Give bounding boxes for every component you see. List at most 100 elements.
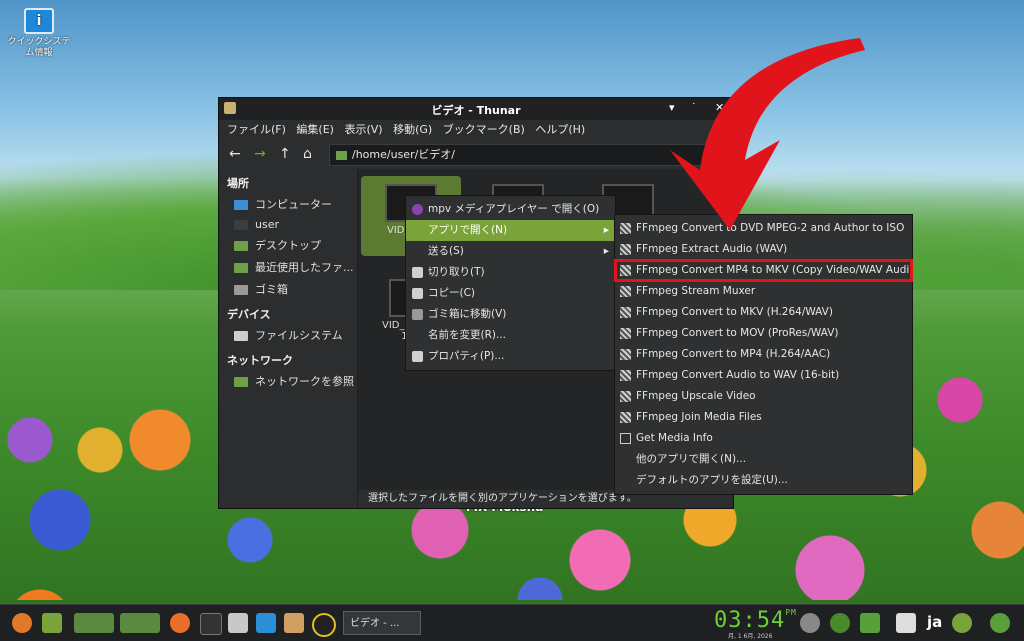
updater-icon[interactable] — [952, 613, 972, 633]
tools-icon[interactable] — [256, 613, 276, 633]
menu-item-label: コピー(C) — [428, 287, 476, 299]
menu-item-label: ゴミ箱に移動(V) — [428, 308, 507, 320]
submenu-item[interactable]: FFmpeg Convert to MKV (H.264/WAV) — [615, 302, 912, 323]
menu-bookmarks[interactable]: ブックマーク(B) — [443, 120, 525, 140]
ffmpeg-icon — [620, 391, 631, 402]
sidebar-item-label: デスクトップ — [255, 239, 321, 252]
devices-header: デバイス — [227, 308, 271, 321]
sidebar-item-label: コンピューター — [255, 198, 332, 211]
submenu-item-set-default[interactable]: デフォルトのアプリを設定(U)... — [615, 470, 912, 491]
submenu-item[interactable]: FFmpeg Stream Muxer — [615, 281, 912, 302]
menu-item-label: アプリで開く(N) — [428, 224, 508, 236]
menu-item-open-with-app[interactable]: アプリで開く(N) ▸ — [406, 220, 615, 241]
firefox-icon[interactable] — [170, 613, 190, 633]
annotation-arrow-shape — [670, 38, 865, 230]
mpv-icon — [412, 204, 423, 215]
folder-icon — [336, 150, 347, 160]
sidebar-item-desktop[interactable]: デスクトップ — [219, 234, 357, 256]
taskbar: ビデオ - ... 03:54PM 月, 1 6月, 2026 ja — [0, 604, 1024, 641]
menu-item-open-with-mpv[interactable]: mpv メディアプレイヤー で開く(O) — [406, 199, 615, 220]
submenu-item[interactable]: FFmpeg Convert to MOV (ProRes/WAV) — [615, 323, 912, 344]
submenu-item[interactable]: FFmpeg Join Media Files — [615, 407, 912, 428]
forward-button[interactable]: → — [254, 146, 266, 162]
menu-item-cut[interactable]: 切り取り(T) — [406, 262, 615, 283]
weather-icon[interactable] — [800, 613, 820, 633]
places-header: 場所 — [227, 177, 249, 190]
sidebar-item-label: 最近使用したファ... — [255, 261, 354, 274]
submenu-item[interactable]: FFmpeg Extract Audio (WAV) — [615, 239, 912, 260]
menu-item-label: 名前を変更(R)... — [428, 329, 507, 341]
menu-help[interactable]: ヘルプ(H) — [535, 120, 585, 140]
sidebar-item-computer[interactable]: コンピューター — [219, 193, 357, 215]
submenu-item-label: FFmpeg Convert to MP4 (H.264/AAC) — [636, 348, 831, 360]
sidebar-item-label: user — [255, 218, 279, 231]
menu-item-send-to[interactable]: 送る(S) ▸ — [406, 241, 615, 262]
up-button[interactable]: ↑ — [279, 146, 291, 162]
info-icon: i — [24, 8, 54, 34]
window-title: ビデオ - Thunar — [431, 104, 521, 117]
language-indicator[interactable]: ja — [927, 613, 942, 631]
recent-folder-icon — [234, 263, 248, 273]
sidebar-item-label: ネットワークを参照 — [255, 375, 354, 388]
menu-file[interactable]: ファイル(F) — [227, 120, 286, 140]
power-icon[interactable] — [990, 613, 1010, 633]
submenu-item-label: FFmpeg Join Media Files — [636, 411, 762, 423]
desktop-icon-quick-system-info[interactable]: i クイックシステム情報 — [6, 8, 72, 59]
submenu-item-label: FFmpeg Upscale Video — [636, 390, 756, 402]
ffmpeg-icon — [620, 370, 631, 381]
ffmpeg-icon — [620, 244, 631, 255]
submenu-item-media-info[interactable]: Get Media Info — [615, 428, 912, 449]
submenu-item-other-app[interactable]: 他のアプリで開く(N)... — [615, 449, 912, 470]
open-with-submenu: FFmpeg Convert to DVD MPEG-2 and Author … — [614, 214, 913, 495]
title-bar[interactable]: ビデオ - Thunar ▾ ˙ ✕ — [219, 98, 733, 120]
ffmpeg-icon — [620, 349, 631, 360]
info-icon — [620, 433, 631, 444]
submenu-item[interactable]: FFmpeg Upscale Video — [615, 386, 912, 407]
menu-item-move-to-trash[interactable]: ゴミ箱に移動(V) — [406, 304, 615, 325]
menu-item-copy[interactable]: コピー(C) — [406, 283, 615, 304]
menu-item-rename[interactable]: 名前を変更(R)... — [406, 325, 615, 346]
submenu-item-label: 他のアプリで開く(N)... — [636, 453, 747, 465]
scissors-icon — [412, 267, 423, 278]
home-button[interactable]: ⌂ — [303, 146, 312, 162]
location-bar[interactable]: /home/user/ビデオ/ — [329, 144, 707, 166]
map-pin-icon[interactable] — [860, 613, 880, 633]
clock-ampm: PM — [785, 608, 797, 617]
ffmpeg-icon — [620, 412, 631, 423]
submenu-item-label: FFmpeg Stream Muxer — [636, 285, 756, 297]
cpu-icon[interactable] — [830, 613, 850, 633]
terminal-icon[interactable] — [200, 613, 222, 635]
menu-view[interactable]: 表示(V) — [344, 120, 382, 140]
file-manager-icon[interactable] — [228, 613, 248, 633]
submenu-item[interactable]: FFmpeg Convert to MP4 (H.264/AAC) — [615, 344, 912, 365]
menu-edit[interactable]: 編集(E) — [296, 120, 334, 140]
menu-go[interactable]: 移動(G) — [393, 120, 432, 140]
submenu-item-mp4-to-mkv[interactable]: FFmpeg Convert MP4 to MKV (Copy Video/WA… — [614, 259, 913, 282]
whisker-menu-icon[interactable] — [12, 613, 32, 633]
network-icon[interactable] — [896, 613, 916, 633]
sidebar-item-user[interactable]: user — [219, 215, 357, 234]
clock-time: 03:54 — [714, 608, 786, 633]
sidebar-item-recent[interactable]: 最近使用したファ... — [219, 256, 357, 278]
menu-item-label: 切り取り(T) — [428, 266, 485, 278]
sidebar-item-network[interactable]: ネットワークを参照 — [219, 370, 357, 392]
workspace-1-icon[interactable] — [74, 613, 114, 633]
trash-icon — [412, 309, 423, 320]
toolbar: ← → ↑ ⌂ /home/user/ビデオ/ — [219, 140, 733, 168]
submenu-item[interactable]: FFmpeg Convert Audio to WAV (16-bit) — [615, 365, 912, 386]
sidebar-item-trash[interactable]: ゴミ箱 — [219, 278, 357, 300]
back-button[interactable]: ← — [229, 146, 241, 162]
ffmpeg-icon — [620, 265, 631, 276]
taskbar-task-thunar[interactable]: ビデオ - ... — [343, 611, 421, 635]
sidebar: 場所 コンピューター user デスクトップ 最近使用したファ... ゴミ箱 デ… — [219, 169, 358, 508]
sidebar-item-filesystem[interactable]: ファイルシステム — [219, 324, 357, 346]
menu-item-properties[interactable]: プロパティ(P)... — [406, 346, 615, 367]
equalizer-icon[interactable] — [42, 613, 62, 633]
menu-bar: ファイル(F) 編集(E) 表示(V) 移動(G) ブックマーク(B) ヘルプ(… — [219, 120, 733, 140]
installer-icon[interactable] — [284, 613, 304, 633]
menu-item-label: mpv メディアプレイヤー で開く(O) — [428, 203, 600, 215]
computer-icon — [234, 200, 248, 210]
media-icon[interactable] — [312, 613, 336, 637]
workspace-2-icon[interactable] — [120, 613, 160, 633]
sidebar-item-label: ファイルシステム — [255, 329, 343, 342]
